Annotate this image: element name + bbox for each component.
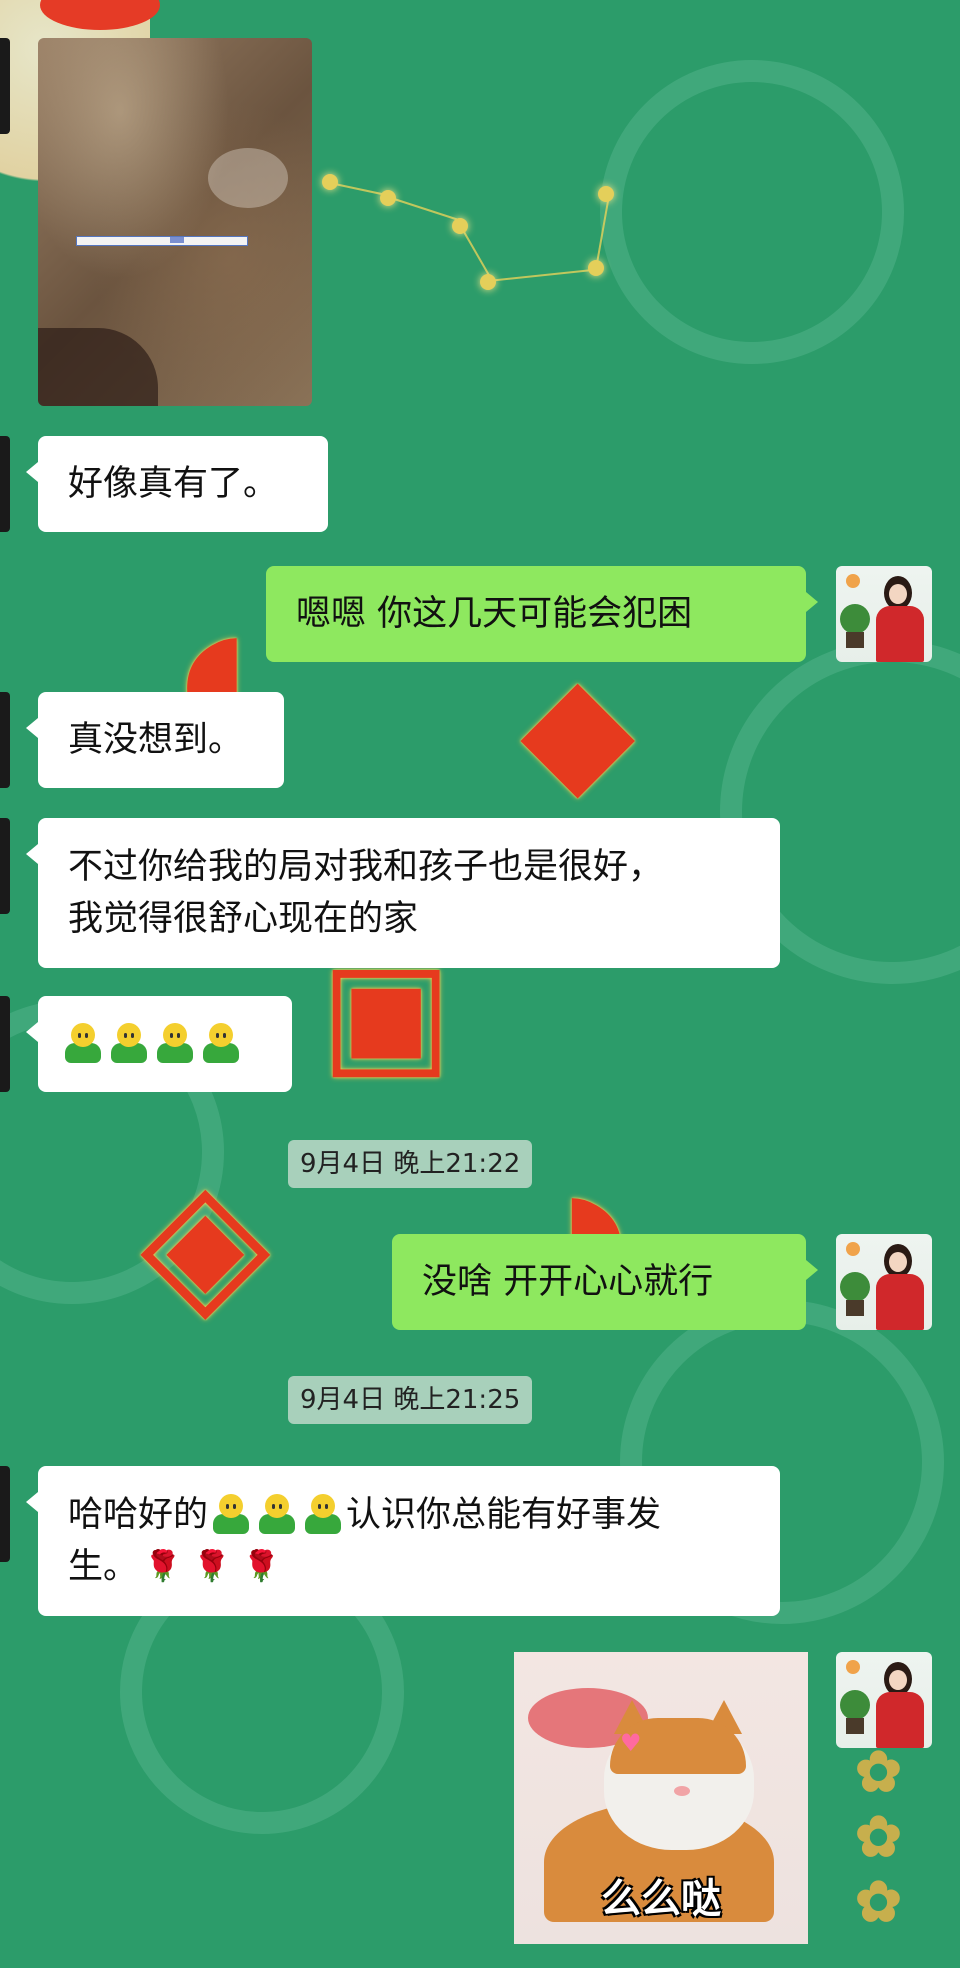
photo-test-strip (76, 236, 248, 246)
sticker-cat-nose (674, 1786, 690, 1796)
wallpaper-swirl (600, 60, 904, 364)
message-text-line: 我觉得很舒心现在的家 (68, 899, 419, 939)
message-bubble-incoming[interactable]: 真没想到。 (26, 692, 284, 788)
heart-icon: ♥ (620, 1729, 642, 1757)
smiling-person-emoji-icon (201, 1023, 241, 1065)
avatar-edge (0, 692, 10, 788)
rose-emoji-icon: 🌹 (242, 1549, 281, 1584)
wallpaper-red-ornament: ◈ (140, 1140, 271, 1340)
message-text: 生。 (68, 1547, 139, 1587)
timestamp-divider: 9月4日 晚上21:25 (288, 1376, 533, 1424)
smiling-person-emoji-icon (63, 1023, 103, 1065)
sticker-caption: 么么哒 (601, 1876, 721, 1922)
constellation-star (598, 186, 614, 202)
my-avatar[interactable] (836, 1652, 932, 1748)
message-bubble-outgoing[interactable]: 没啥 开开心心就行 (392, 1234, 818, 1330)
avatar-edge (0, 38, 10, 134)
timestamp-divider: 9月4日 晚上21:22 (288, 1140, 533, 1188)
avatar-edge (0, 1466, 10, 1562)
photo-test-strip-mark (170, 237, 184, 243)
message-text: 哈哈好的 (68, 1495, 209, 1535)
smiling-person-emoji-icon (257, 1494, 297, 1536)
constellation-star (452, 218, 468, 234)
wallpaper-gold-ornament: ✿✿✿ (846, 1740, 912, 1935)
my-avatar[interactable] (836, 1234, 932, 1330)
rose-emoji-icon: 🌹 (144, 1549, 182, 1584)
message-text-line: 生。 🌹 🌹 🌹 (68, 1541, 750, 1593)
message-bubble-incoming[interactable] (26, 996, 292, 1092)
constellation-star (380, 190, 396, 206)
smiling-person-emoji-icon (303, 1494, 343, 1536)
message-text: 嗯嗯 你这几天可能会犯困 (296, 594, 693, 634)
message-text-line: 不过你给我的局对我和孩子也是很好， (68, 847, 664, 887)
rose-emoji-icon: 🌹 (193, 1549, 231, 1584)
message-text: 没啥 开开心心就行 (422, 1262, 714, 1302)
wallpaper-red-ornament: ◆ (520, 640, 636, 816)
message-text: 真没想到。 (68, 720, 244, 760)
constellation-star (588, 260, 604, 276)
avatar-edge (0, 996, 10, 1092)
received-photo[interactable] (38, 38, 312, 406)
message-bubble-incoming[interactable]: 不过你给我的局对我和孩子也是很好， 我觉得很舒心现在的家 (26, 818, 780, 968)
smiling-person-emoji-icon (109, 1023, 149, 1065)
constellation-line (387, 196, 459, 221)
message-bubble-incoming[interactable]: 好像真有了。 (26, 436, 328, 532)
photo-glare (208, 148, 288, 208)
constellation-line (487, 268, 598, 282)
message-text: 认识你总能有好事发 (346, 1495, 662, 1535)
my-avatar[interactable] (836, 566, 932, 662)
message-text-line: 哈哈好的 认识你总能有好事发 (68, 1489, 750, 1541)
avatar-edge (0, 436, 10, 532)
constellation-star (322, 174, 338, 190)
sent-cat-sticker[interactable]: ♥ 么么哒 (514, 1652, 808, 1944)
avatar-edge (0, 818, 10, 914)
smiling-person-emoji-icon (211, 1494, 251, 1536)
message-bubble-incoming[interactable]: 哈哈好的 认识你总能有好事发 生。 🌹 🌹 🌹 (26, 1466, 780, 1616)
smiling-person-emoji-icon (155, 1023, 195, 1065)
constellation-star (480, 274, 496, 290)
message-text: 好像真有了。 (68, 464, 279, 504)
message-bubble-outgoing[interactable]: 嗯嗯 你这几天可能会犯困 (266, 566, 818, 662)
photo-shadow (38, 328, 158, 406)
